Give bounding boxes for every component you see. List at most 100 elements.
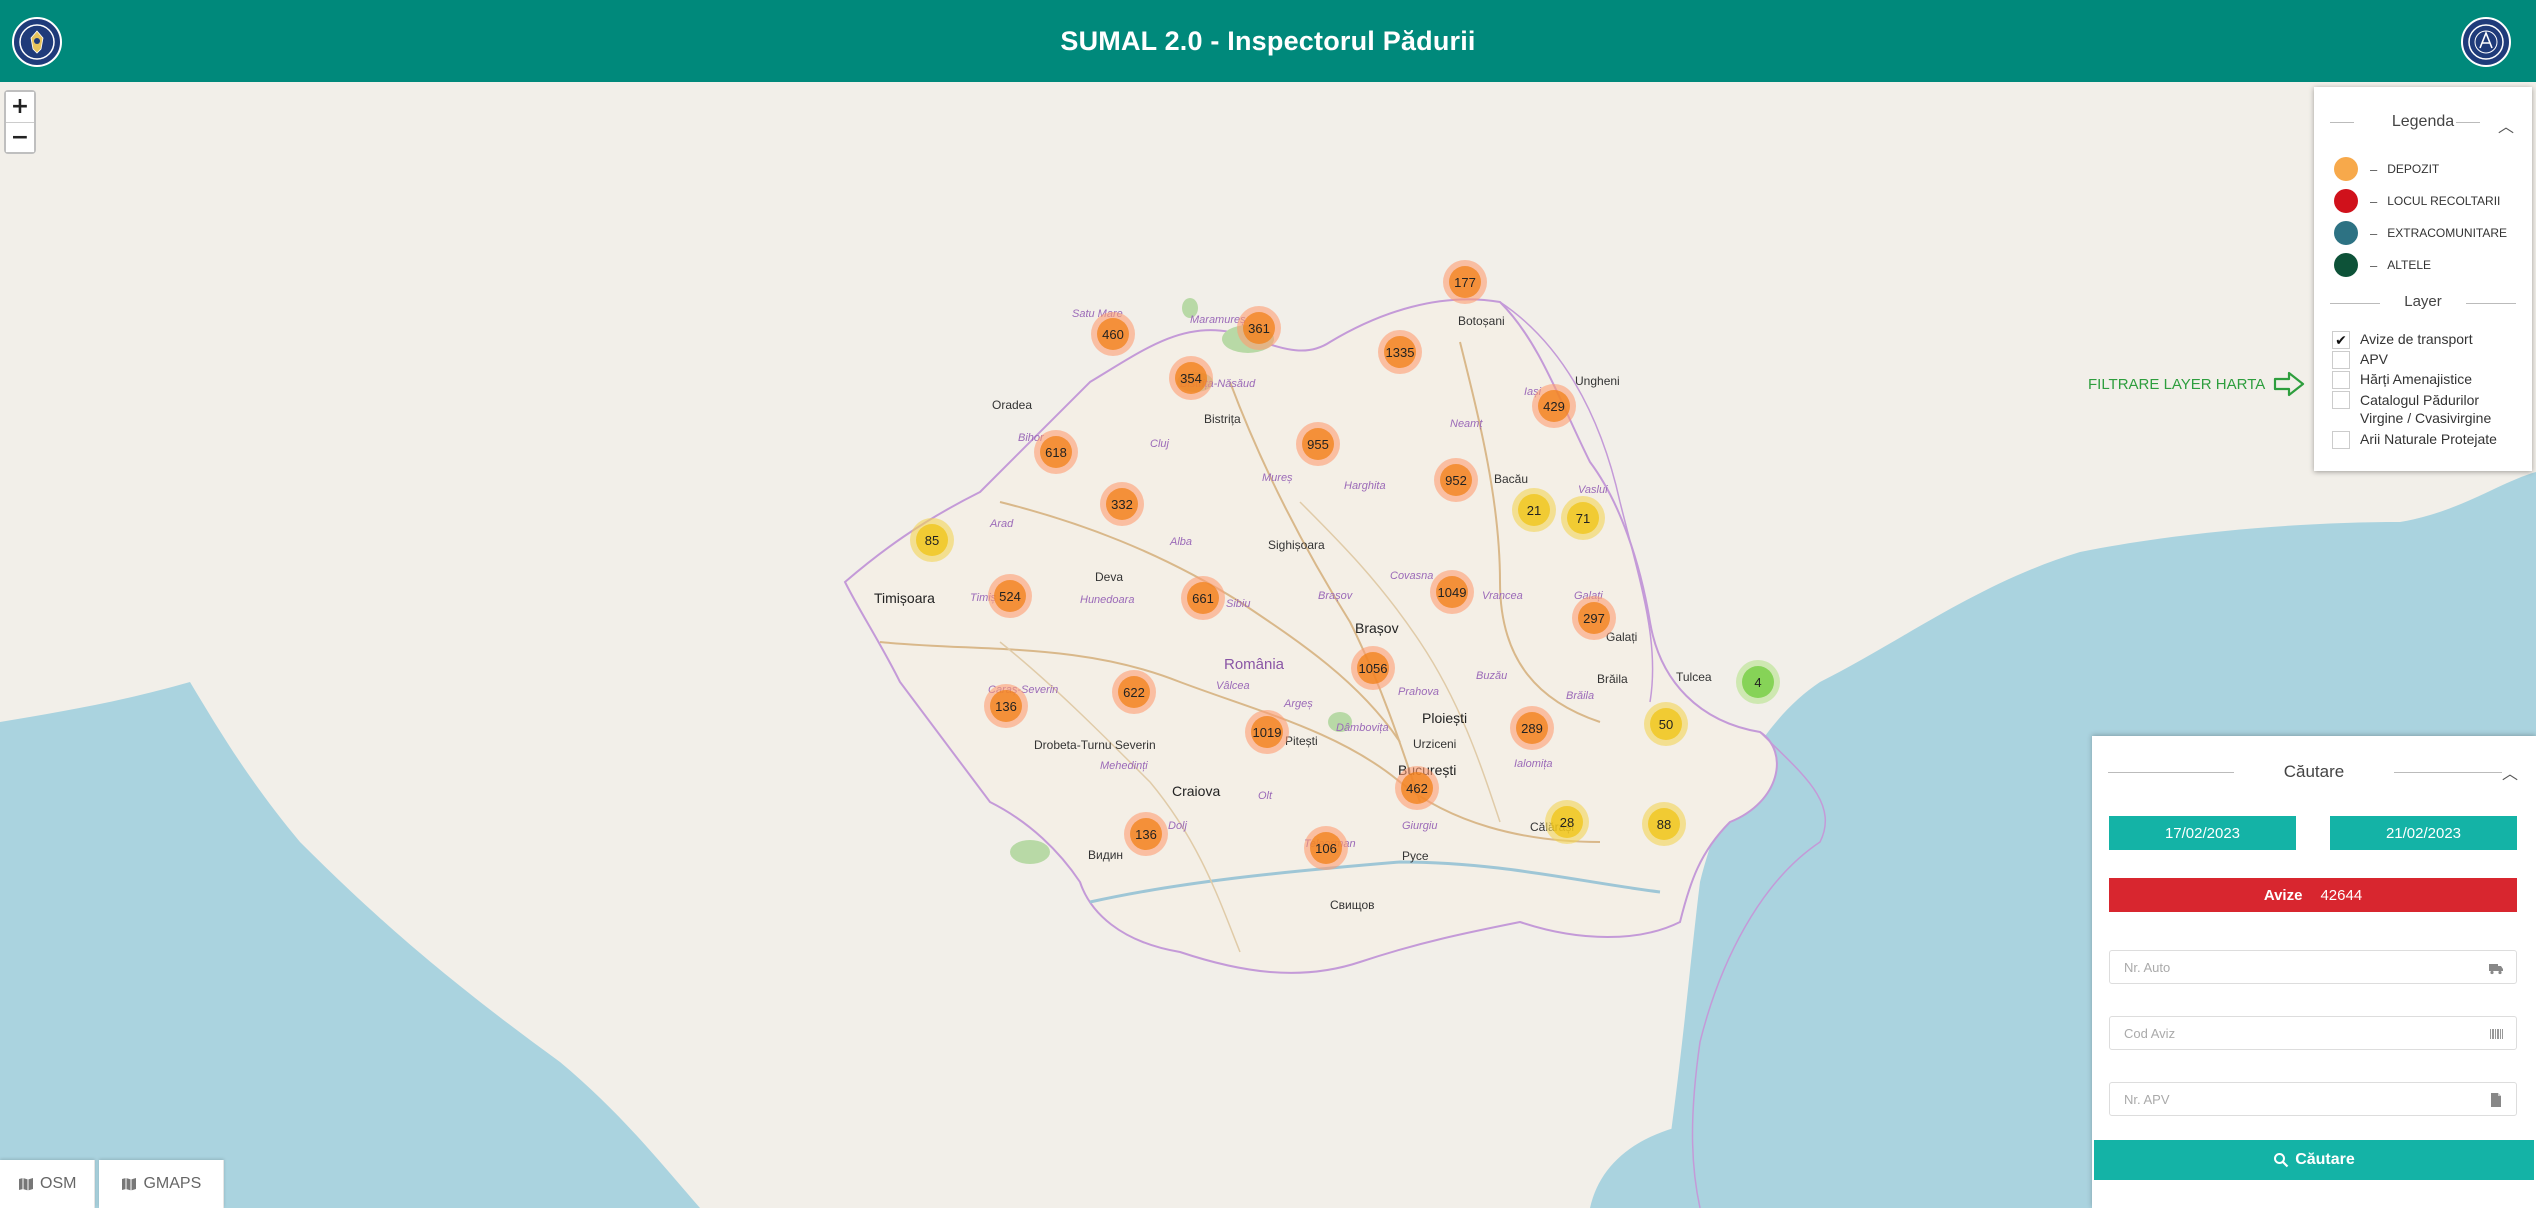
cluster-marker[interactable]: 136 [1124, 812, 1168, 856]
search-header[interactable]: Căutare ︿ [2092, 736, 2536, 806]
checkbox[interactable] [2332, 391, 2350, 409]
tab-osm[interactable]: OSM [0, 1160, 96, 1208]
county-label: Alba [1170, 536, 1193, 548]
layer-title: Layer [2330, 293, 2516, 310]
layer-option[interactable]: ✔ Avize de transport [2332, 331, 2473, 349]
legend-dash: – [2370, 225, 2378, 241]
cluster-marker[interactable]: 462 [1395, 766, 1439, 810]
layer-option[interactable]: Arii Naturale Protejate [2332, 431, 2497, 449]
layer-option[interactable]: Hărți Amenajistice [2332, 371, 2472, 389]
legend-label: EXTRACOMUNITARE [2387, 226, 2508, 240]
nr-auto-input[interactable] [2110, 959, 2470, 975]
cluster-count: 622 [1118, 676, 1150, 708]
cluster-count: 332 [1106, 488, 1138, 520]
search-icon [2274, 1153, 2289, 1168]
layer-option[interactable]: APV [2332, 351, 2388, 369]
checkbox[interactable] [2332, 371, 2350, 389]
cluster-marker[interactable]: 1049 [1430, 570, 1474, 614]
filter-layer-hint: FILTRARE LAYER HARTA [2088, 371, 2305, 397]
legend-item: – DEPOZIT [2334, 157, 2439, 181]
cluster-marker[interactable]: 618 [1034, 430, 1078, 474]
checkbox[interactable] [2332, 351, 2350, 369]
cluster-count: 289 [1516, 712, 1548, 744]
county-label: Cluj [1150, 438, 1169, 450]
nr-apv-field [2109, 1082, 2517, 1116]
cluster-count: 88 [1648, 808, 1680, 840]
cluster-marker[interactable]: 71 [1561, 496, 1605, 540]
app-header: SUMAL 2.0 - Inspectorul Pădurii [0, 0, 2536, 82]
cluster-marker[interactable]: 622 [1112, 670, 1156, 714]
cod-aviz-input[interactable] [2110, 1025, 2470, 1041]
county-label: Brăila [1566, 690, 1595, 702]
nr-apv-input[interactable] [2110, 1091, 2470, 1107]
date-from-button[interactable]: 17/02/2023 [2109, 816, 2296, 850]
county-label: Arad [990, 518, 1014, 530]
cluster-count: 28 [1551, 806, 1583, 838]
cluster-marker[interactable]: 136 [984, 684, 1028, 728]
tab-gmaps[interactable]: GMAPS [99, 1160, 225, 1208]
legend-color-dot [2334, 157, 2358, 181]
cluster-marker[interactable]: 106 [1304, 826, 1348, 870]
cluster-marker[interactable]: 332 [1100, 482, 1144, 526]
legend-title: Legenda [2391, 113, 2455, 130]
cluster-marker[interactable]: 289 [1510, 706, 1554, 750]
cluster-marker[interactable]: 952 [1434, 458, 1478, 502]
cluster-marker[interactable]: 297 [1572, 596, 1616, 640]
chevron-up-icon[interactable]: ︿ [2502, 760, 2518, 784]
county-label: Harghita [1344, 480, 1386, 492]
cluster-marker[interactable]: 88 [1642, 802, 1686, 846]
checkbox[interactable] [2332, 431, 2350, 449]
avize-count-button[interactable]: Avize 42644 [2109, 878, 2517, 912]
document-icon [2491, 1093, 2501, 1107]
cluster-marker[interactable]: 4 [1736, 660, 1780, 704]
date-to-button[interactable]: 21/02/2023 [2330, 816, 2517, 850]
cluster-marker[interactable]: 524 [988, 574, 1032, 618]
county-label: Brașov [1318, 590, 1353, 602]
cluster-marker[interactable]: 177 [1443, 260, 1487, 304]
cluster-marker[interactable]: 85 [910, 518, 954, 562]
checkbox-checked[interactable]: ✔ [2332, 331, 2350, 349]
zoom-in-button[interactable]: + [6, 92, 34, 122]
cluster-count: 1056 [1357, 652, 1389, 684]
layer-option-label: Avize de transport [2360, 331, 2473, 347]
cluster-marker[interactable]: 361 [1237, 306, 1281, 350]
filter-hint-text: FILTRARE LAYER HARTA [2088, 375, 2266, 393]
cluster-marker[interactable]: 28 [1545, 800, 1589, 844]
cluster-count: 361 [1243, 312, 1275, 344]
zoom-out-button[interactable]: − [6, 122, 34, 152]
cluster-count: 136 [1130, 818, 1162, 850]
cluster-marker[interactable]: 1019 [1245, 710, 1289, 754]
county-label: Vaslui [1578, 484, 1608, 496]
city-label: Craiova [1172, 783, 1221, 799]
chevron-up-icon[interactable]: ︿ [2498, 113, 2514, 137]
layer-option[interactable]: Catalogul Pădurilor Virgine / Cvasivirgi… [2332, 391, 2520, 427]
county-label: Mehedinți [1100, 760, 1148, 772]
cluster-marker[interactable]: 354 [1169, 356, 1213, 400]
tab-gmaps-label: GMAPS [143, 1175, 202, 1192]
coat-of-arms-icon [19, 24, 55, 60]
city-label: Видин [1088, 848, 1124, 862]
cluster-marker[interactable]: 50 [1644, 702, 1688, 746]
cluster-marker[interactable]: 429 [1532, 384, 1576, 428]
legend-header[interactable]: Legenda ︿ [2314, 87, 2532, 157]
city-label: Deva [1095, 570, 1124, 584]
cluster-count: 462 [1401, 772, 1433, 804]
cluster-count: 429 [1538, 390, 1570, 422]
cluster-marker[interactable]: 955 [1296, 422, 1340, 466]
city-label: Ploiești [1422, 710, 1468, 726]
cluster-marker[interactable]: 1335 [1378, 330, 1422, 374]
cluster-marker[interactable]: 661 [1181, 576, 1225, 620]
cluster-marker[interactable]: 21 [1512, 488, 1556, 532]
search-button[interactable]: Căutare [2094, 1140, 2534, 1180]
county-label: Dâmbovița [1336, 722, 1389, 734]
cluster-count: 618 [1040, 436, 1072, 468]
cluster-count: 177 [1449, 266, 1481, 298]
county-label: Olt [1258, 790, 1273, 802]
cluster-count: 1019 [1251, 716, 1283, 748]
cluster-count: 85 [916, 524, 948, 556]
government-logo [12, 17, 62, 67]
cluster-marker[interactable]: 1056 [1351, 646, 1395, 690]
legend-label: LOCUL RECOLTARII [2387, 194, 2501, 208]
cluster-marker[interactable]: 460 [1091, 312, 1135, 356]
legend-item: – LOCUL RECOLTARII [2334, 189, 2500, 213]
